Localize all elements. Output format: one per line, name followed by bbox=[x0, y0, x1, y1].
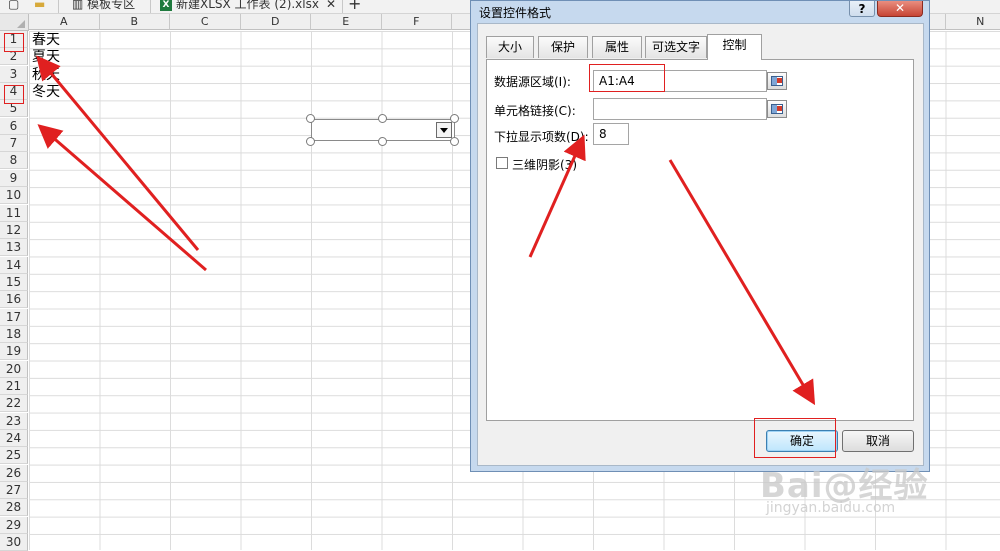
format-control-dialog: 设置控件格式 ? ✕ 大小 保护 属性 可选文字 控制 数据源区域(I): A1… bbox=[470, 0, 930, 472]
annotation-box-row-4 bbox=[4, 85, 24, 104]
tab-alt-text[interactable]: 可选文字 bbox=[645, 36, 707, 58]
row-header[interactable]: 13 bbox=[0, 239, 28, 256]
annotation-box-row-1 bbox=[4, 33, 24, 52]
cancel-button[interactable]: 取消 bbox=[842, 430, 914, 452]
folder-icon[interactable]: ▬ bbox=[34, 0, 45, 13]
row-header[interactable]: 25 bbox=[0, 447, 28, 464]
column-header[interactable]: D bbox=[241, 14, 312, 30]
resize-handle[interactable] bbox=[378, 114, 387, 123]
cell-a1[interactable]: 春天 bbox=[32, 32, 60, 49]
cell-a2[interactable]: 夏天 bbox=[32, 49, 60, 66]
row-header[interactable]: 28 bbox=[0, 499, 28, 516]
row-header[interactable]: 14 bbox=[0, 257, 28, 274]
row-header[interactable]: 8 bbox=[0, 152, 28, 169]
tab-close-icon[interactable]: ✕ bbox=[326, 0, 336, 13]
baidu-watermark-url: jingyan.baidu.com bbox=[766, 500, 895, 516]
cell-a3[interactable]: 秋天 bbox=[32, 67, 60, 84]
row-header[interactable]: 12 bbox=[0, 222, 28, 239]
cell-link-input[interactable] bbox=[593, 98, 767, 120]
row-header[interactable]: 23 bbox=[0, 413, 28, 430]
annotation-box-source-range bbox=[589, 64, 665, 92]
row-header[interactable]: 3 bbox=[0, 66, 28, 83]
help-button[interactable]: ? bbox=[849, 1, 875, 17]
cell-link-picker-icon[interactable] bbox=[767, 100, 787, 118]
resize-handle[interactable] bbox=[306, 137, 315, 146]
row-header[interactable]: 26 bbox=[0, 465, 28, 482]
resize-handle[interactable] bbox=[306, 114, 315, 123]
column-header[interactable]: A bbox=[29, 14, 100, 30]
annotation-box-ok-button bbox=[754, 418, 836, 458]
tab-properties[interactable]: 属性 bbox=[592, 36, 642, 58]
close-button[interactable]: ✕ bbox=[877, 1, 923, 17]
row-header[interactable]: 16 bbox=[0, 291, 28, 308]
cell-a4[interactable]: 冬天 bbox=[32, 84, 60, 101]
select-all-corner[interactable] bbox=[0, 14, 29, 31]
control-tab-panel: 数据源区域(I): A1:A4 单元格链接(C): 下拉显示项数(D): 8 三… bbox=[486, 59, 914, 421]
column-header[interactable]: N bbox=[946, 14, 1000, 30]
tab-separator bbox=[58, 0, 59, 13]
row-header[interactable]: 21 bbox=[0, 378, 28, 395]
tab-workbook[interactable]: X 新建XLSX 工作表 (2).xlsx bbox=[160, 0, 319, 13]
dropdown-lines-input[interactable]: 8 bbox=[593, 123, 629, 145]
shading-3d-checkbox[interactable] bbox=[496, 157, 508, 169]
tab-workbook-label: 新建XLSX 工作表 (2).xlsx bbox=[176, 0, 319, 11]
template-icon: ▥ bbox=[72, 0, 87, 11]
new-tab-icon[interactable]: + bbox=[348, 0, 361, 13]
row-header[interactable]: 29 bbox=[0, 517, 28, 534]
row-header[interactable]: 6 bbox=[0, 118, 28, 135]
row-header[interactable]: 9 bbox=[0, 170, 28, 187]
dialog-body: 大小 保护 属性 可选文字 控制 数据源区域(I): A1:A4 单元格链接(C… bbox=[477, 23, 924, 466]
column-header[interactable]: F bbox=[382, 14, 453, 30]
new-document-icon[interactable]: ▢ bbox=[8, 0, 19, 13]
tab-control[interactable]: 控制 bbox=[707, 34, 762, 60]
row-header[interactable]: 27 bbox=[0, 482, 28, 499]
row-header[interactable]: 10 bbox=[0, 187, 28, 204]
row-header[interactable]: 18 bbox=[0, 326, 28, 343]
column-header[interactable]: C bbox=[170, 14, 241, 30]
dropdown-lines-label: 下拉显示项数(D): bbox=[494, 128, 589, 145]
row-header[interactable]: 11 bbox=[0, 205, 28, 222]
row-header[interactable]: 19 bbox=[0, 343, 28, 360]
row-header[interactable]: 15 bbox=[0, 274, 28, 291]
row-header[interactable]: 22 bbox=[0, 395, 28, 412]
row-header[interactable]: 24 bbox=[0, 430, 28, 447]
resize-handle[interactable] bbox=[450, 137, 459, 146]
source-range-picker-icon[interactable] bbox=[767, 72, 787, 90]
row-header[interactable]: 17 bbox=[0, 309, 28, 326]
excel-file-icon: X bbox=[160, 0, 172, 11]
combo-dropdown-arrow-icon[interactable] bbox=[436, 122, 452, 138]
resize-handle[interactable] bbox=[450, 114, 459, 123]
tab-size[interactable]: 大小 bbox=[486, 36, 534, 58]
dialog-title: 设置控件格式 bbox=[479, 4, 551, 21]
tab-templates-label: 模板专区 bbox=[87, 0, 135, 11]
tab-protection[interactable]: 保护 bbox=[538, 36, 588, 58]
row-header[interactable]: 7 bbox=[0, 135, 28, 152]
resize-handle[interactable] bbox=[378, 137, 387, 146]
row-header[interactable]: 30 bbox=[0, 534, 28, 551]
tab-separator bbox=[342, 0, 343, 13]
tab-separator bbox=[150, 0, 151, 13]
cell-link-label: 单元格链接(C): bbox=[494, 102, 576, 119]
row-header[interactable]: 20 bbox=[0, 361, 28, 378]
column-header[interactable]: B bbox=[100, 14, 171, 30]
source-range-label: 数据源区域(I): bbox=[494, 73, 571, 90]
tab-templates[interactable]: ▥ 模板专区 bbox=[72, 0, 135, 13]
column-header[interactable]: E bbox=[311, 14, 382, 30]
shading-3d-label: 三维阴影(3) bbox=[512, 156, 577, 173]
